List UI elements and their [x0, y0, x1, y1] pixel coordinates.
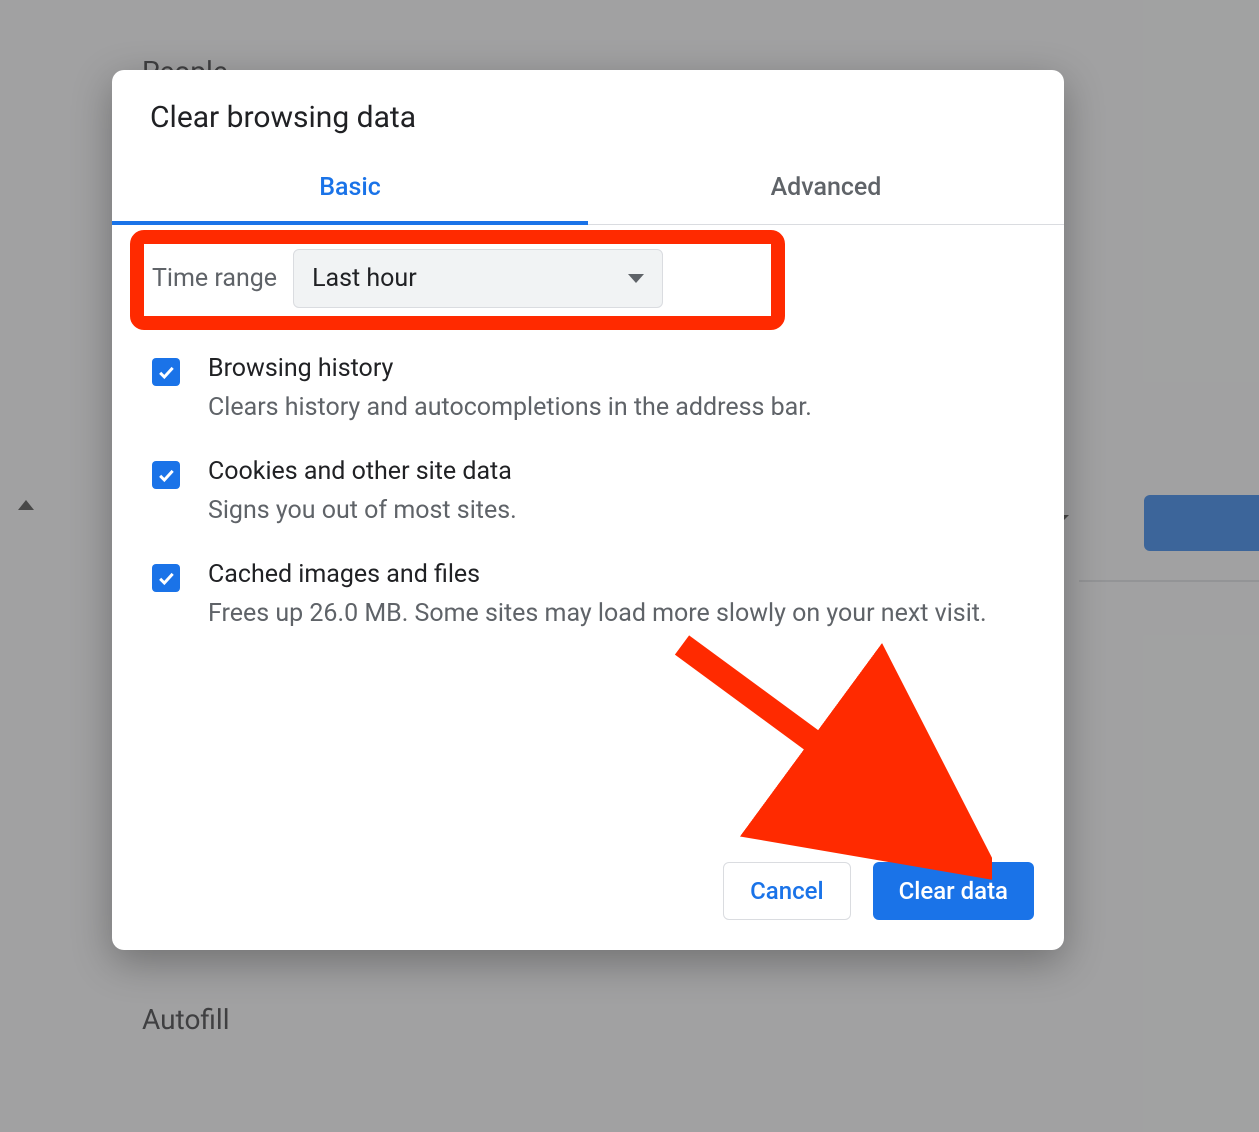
- option-cache: Cached images and files Frees up 26.0 MB…: [144, 538, 1032, 641]
- dialog-title: Clear browsing data: [112, 70, 1064, 163]
- checkbox-browsing-history[interactable]: [152, 358, 180, 386]
- dialog-tabs: Basic Advanced: [112, 163, 1064, 225]
- checkbox-cache[interactable]: [152, 564, 180, 592]
- option-title: Browsing history: [208, 354, 812, 383]
- option-text: Cookies and other site data Signs you ou…: [208, 457, 517, 528]
- time-range-row: Time range Last hour: [144, 225, 1032, 332]
- time-range-label: Time range: [152, 264, 277, 293]
- time-range-value: Last hour: [312, 264, 417, 293]
- option-description: Clears history and autocompletions in th…: [208, 391, 812, 425]
- checkbox-cookies[interactable]: [152, 461, 180, 489]
- clear-data-button[interactable]: Clear data: [873, 862, 1034, 920]
- check-icon: [156, 465, 176, 485]
- check-icon: [156, 568, 176, 588]
- tab-advanced[interactable]: Advanced: [588, 163, 1064, 224]
- option-cookies: Cookies and other site data Signs you ou…: [144, 435, 1032, 538]
- check-icon: [156, 362, 176, 382]
- option-text: Browsing history Clears history and auto…: [208, 354, 812, 425]
- option-title: Cookies and other site data: [208, 457, 517, 486]
- dialog-footer: Cancel Clear data: [112, 840, 1064, 950]
- tab-basic[interactable]: Basic: [112, 163, 588, 224]
- cancel-button[interactable]: Cancel: [723, 862, 850, 920]
- option-text: Cached images and files Frees up 26.0 MB…: [208, 560, 987, 631]
- dialog-body: Time range Last hour Browsing history Cl…: [112, 225, 1064, 840]
- chevron-down-icon: [628, 274, 644, 283]
- clear-browsing-data-dialog: Clear browsing data Basic Advanced Time …: [112, 70, 1064, 950]
- time-range-select[interactable]: Last hour: [293, 249, 663, 308]
- option-browsing-history: Browsing history Clears history and auto…: [144, 332, 1032, 435]
- option-title: Cached images and files: [208, 560, 987, 589]
- option-description: Frees up 26.0 MB. Some sites may load mo…: [208, 597, 987, 631]
- option-description: Signs you out of most sites.: [208, 494, 517, 528]
